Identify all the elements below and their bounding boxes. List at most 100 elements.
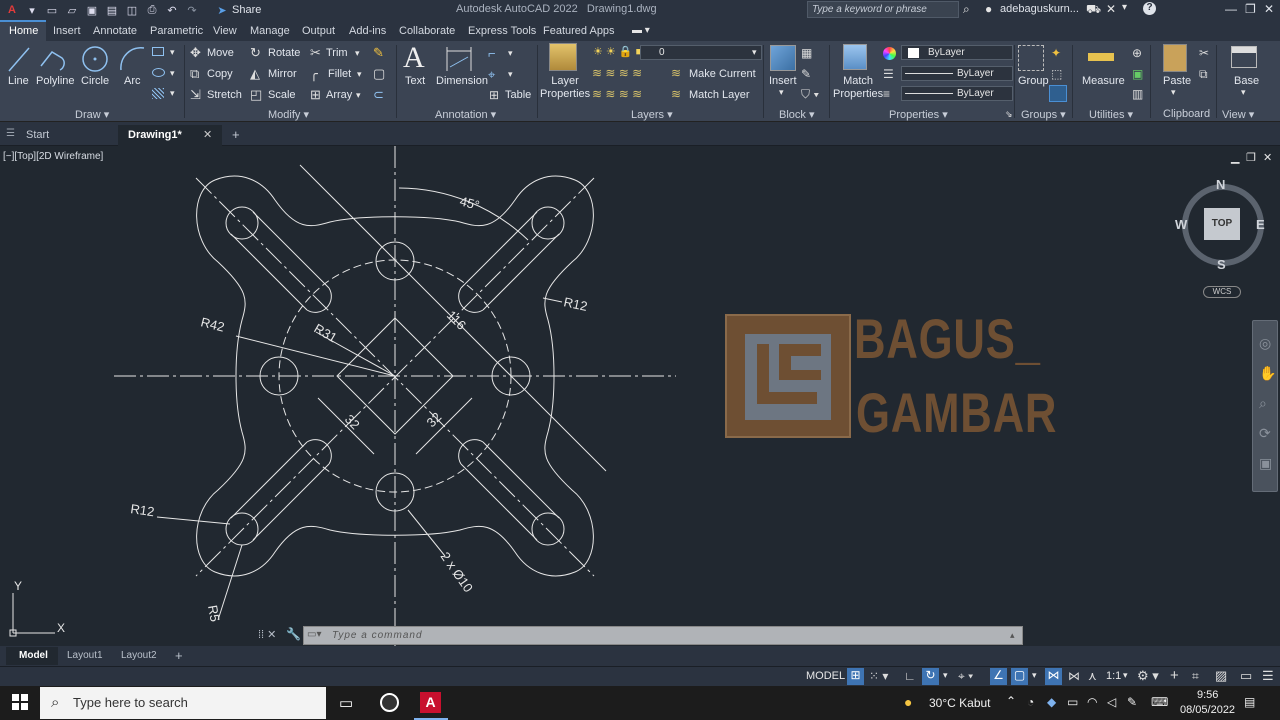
modify-panel-title[interactable]: Modify ▾ bbox=[268, 108, 309, 121]
cart-icon[interactable]: ⛟ bbox=[1086, 2, 1101, 18]
make-current-icon[interactable]: ≋ bbox=[671, 66, 681, 80]
add-layout-button[interactable]: + bbox=[175, 648, 183, 663]
move-button[interactable]: Move bbox=[207, 47, 234, 59]
command-input[interactable]: Type a command bbox=[332, 630, 423, 641]
draw-panel-title[interactable]: Draw ▾ bbox=[75, 108, 109, 121]
save-as-icon[interactable]: ▤ bbox=[104, 3, 120, 17]
annotation-scale-value[interactable]: 1:1 bbox=[1106, 670, 1121, 682]
user-menu[interactable]: adebaguskurn... bbox=[1000, 3, 1079, 15]
new-file-icon[interactable]: ▭ bbox=[44, 3, 60, 17]
measure-icon[interactable] bbox=[1088, 53, 1114, 61]
layers-panel-title[interactable]: Layers ▾ bbox=[631, 108, 673, 121]
redo-icon[interactable]: ↷ bbox=[184, 3, 200, 17]
insert-block-icon[interactable] bbox=[770, 45, 796, 71]
plot-icon[interactable]: ⎙ bbox=[144, 3, 160, 17]
help-search-input[interactable]: Type a keyword or phrase bbox=[807, 1, 959, 18]
zoom-extents-icon[interactable]: ⌕ bbox=[1259, 395, 1267, 412]
polyline-icon[interactable] bbox=[38, 44, 68, 74]
tab-insert[interactable]: Insert bbox=[53, 25, 81, 37]
scale-button[interactable]: Scale bbox=[268, 89, 296, 101]
isolate-icon[interactable]: ▨ bbox=[1215, 668, 1227, 684]
layer-tools-row2-icons[interactable]: ≋ ≋ ≋ ≋ bbox=[592, 87, 642, 101]
grid-icon[interactable]: ⊞ bbox=[847, 668, 864, 685]
help-icon[interactable]: ? bbox=[1143, 2, 1156, 15]
auto-scale-icon[interactable]: ⋈ bbox=[1068, 669, 1080, 683]
rotate-button[interactable]: Rotate bbox=[268, 47, 300, 59]
tab-collaborate[interactable]: Collaborate bbox=[399, 25, 455, 37]
utilities-panel-title[interactable]: Utilities ▾ bbox=[1089, 108, 1133, 121]
polyline-button[interactable]: Polyline bbox=[36, 75, 75, 87]
utility-tool-1-icon[interactable]: ⊕ bbox=[1132, 46, 1142, 60]
notification-icon[interactable]: ▤ bbox=[1244, 695, 1255, 709]
make-current-button[interactable]: Make Current bbox=[689, 68, 756, 80]
paste-dropdown-icon[interactable]: ▾ bbox=[1171, 87, 1176, 98]
fillet-icon[interactable]: ╭ bbox=[310, 66, 318, 82]
pen-icon[interactable]: ✎ bbox=[1127, 695, 1137, 709]
layer-dropdown[interactable]: 0 bbox=[640, 45, 762, 60]
compass-north[interactable]: N bbox=[1216, 177, 1225, 192]
isodraft-icon[interactable]: ⌖ ▾ bbox=[958, 669, 973, 684]
command-line-close-icon[interactable]: ⁞⁞ ✕ bbox=[258, 628, 276, 641]
tab-annotate[interactable]: Annotate bbox=[93, 25, 137, 37]
model-space-button[interactable]: MODEL bbox=[806, 670, 845, 682]
units-icon[interactable]: ⌗ bbox=[1192, 669, 1199, 684]
tab-layout1[interactable]: Layout1 bbox=[67, 650, 103, 661]
arc-button[interactable]: Arc bbox=[124, 75, 141, 87]
connect-icon[interactable]: ▾ bbox=[1122, 2, 1127, 13]
save-icon[interactable]: ▣ bbox=[84, 3, 100, 17]
mirror-button[interactable]: Mirror bbox=[268, 68, 297, 80]
match-properties-icon[interactable] bbox=[843, 44, 867, 70]
text-icon[interactable]: A bbox=[403, 41, 425, 75]
command-line-customize-icon[interactable]: 🔧 bbox=[286, 627, 301, 641]
scale-icon[interactable]: ◰ bbox=[250, 87, 262, 103]
ellipse-icon[interactable] bbox=[152, 68, 165, 77]
layer-dropdown-arrow-icon[interactable]: ▾ bbox=[752, 47, 757, 58]
user-icon[interactable]: ● bbox=[985, 2, 992, 16]
dimension-icon[interactable] bbox=[444, 45, 474, 73]
layer-properties-icon[interactable] bbox=[549, 43, 577, 71]
clock-time[interactable]: 9:56 bbox=[1197, 689, 1218, 701]
rectangle-icon[interactable] bbox=[152, 47, 164, 56]
new-tab-button[interactable]: + bbox=[232, 127, 240, 142]
color-wheel-icon[interactable] bbox=[883, 47, 896, 60]
dimension-button[interactable]: Dimension bbox=[436, 75, 488, 87]
group-button[interactable]: Group bbox=[1018, 75, 1049, 87]
tab-add-ins[interactable]: Add-ins bbox=[349, 25, 386, 37]
battery-icon[interactable]: ▭ bbox=[1067, 695, 1078, 709]
utility-tool-2-icon[interactable]: ▣ bbox=[1132, 67, 1143, 81]
array-dropdown-icon[interactable]: ▾ bbox=[356, 90, 361, 101]
share-icon[interactable]: ➤ bbox=[214, 3, 230, 17]
obs-app-icon[interactable] bbox=[380, 693, 399, 712]
wifi-icon[interactable]: ◠ bbox=[1087, 695, 1097, 709]
compass-west[interactable]: W bbox=[1175, 217, 1187, 232]
stretch-button[interactable]: Stretch bbox=[207, 89, 242, 101]
tray-app-1-icon[interactable]: ◔ bbox=[1027, 695, 1034, 709]
clipboard-panel-title[interactable]: Clipboard bbox=[1163, 108, 1210, 120]
file-tabs-menu-icon[interactable]: ☰ bbox=[6, 128, 15, 139]
table-icon[interactable]: ⊞ bbox=[489, 88, 499, 102]
draw-extra-dropdown-icon[interactable]: ▾ bbox=[170, 47, 175, 58]
pan-icon[interactable]: ✋ bbox=[1259, 365, 1276, 382]
compass-east[interactable]: E bbox=[1256, 217, 1265, 232]
explode-icon[interactable]: ▢ bbox=[373, 66, 385, 82]
match-properties-button[interactable]: Match Properties bbox=[833, 75, 883, 101]
tab-output[interactable]: Output bbox=[302, 25, 335, 37]
leader-dropdown-icon[interactable]: ▾ bbox=[508, 48, 513, 59]
command-history-icon[interactable]: ▴ bbox=[1010, 630, 1015, 641]
view-panel-title[interactable]: View ▾ bbox=[1222, 108, 1254, 121]
copy-clip-icon[interactable]: ⧉ bbox=[1199, 67, 1208, 82]
group-select-icon[interactable] bbox=[1049, 85, 1067, 102]
volume-icon[interactable]: ◁ bbox=[1107, 695, 1116, 709]
circle-button[interactable]: Circle bbox=[81, 75, 109, 87]
exchange-icon[interactable]: ✕ bbox=[1106, 2, 1116, 16]
base-dropdown-icon[interactable]: ▾ bbox=[1241, 87, 1246, 98]
open-folder-icon[interactable]: ▱ bbox=[64, 3, 80, 17]
ellipse-dropdown-icon[interactable]: ▾ bbox=[170, 68, 175, 79]
annotation-scale-icon[interactable]: ⋏ bbox=[1088, 669, 1097, 683]
web-icon[interactable]: ◫ bbox=[124, 3, 140, 17]
tray-app-2-icon[interactable]: ◆ bbox=[1047, 695, 1056, 709]
command-prompt-icon[interactable]: ▭▾ bbox=[307, 629, 321, 640]
tab-parametric[interactable]: Parametric bbox=[150, 25, 203, 37]
polar-icon[interactable]: ↻ bbox=[922, 668, 939, 685]
hatch-icon[interactable] bbox=[152, 88, 164, 99]
